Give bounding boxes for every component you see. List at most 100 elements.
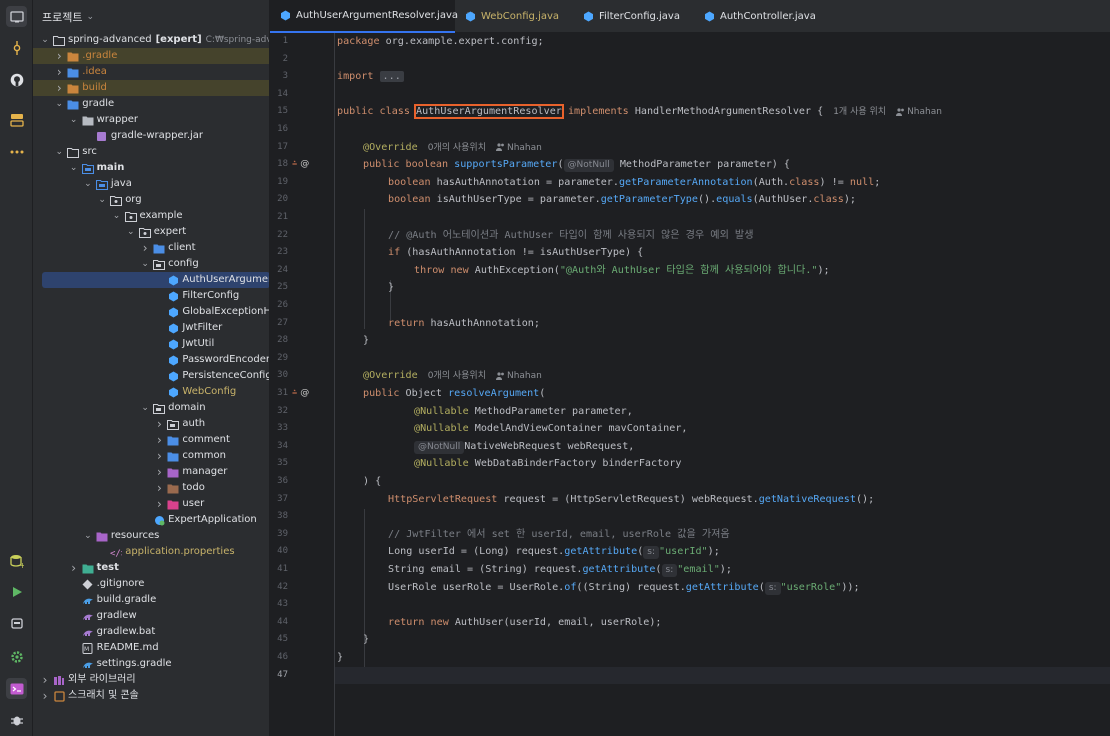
services-icon[interactable] xyxy=(6,612,27,633)
chevron-down-icon[interactable]: ⌄ xyxy=(40,32,50,48)
terminal-icon[interactable] xyxy=(6,678,27,699)
tree-item[interactable]: › user xyxy=(33,496,269,512)
tree-item[interactable]: WebConfig xyxy=(33,384,269,400)
tree-item[interactable]: JwtFilter xyxy=(33,320,269,336)
database-icon[interactable]: + xyxy=(6,550,27,571)
package-icon xyxy=(124,210,137,222)
java-class-icon xyxy=(167,306,179,318)
tree-item[interactable]: build.gradle xyxy=(33,592,269,608)
chevron-down-icon[interactable]: ⌄ xyxy=(126,224,136,240)
structure-icon[interactable] xyxy=(6,109,27,130)
chevron-down-icon[interactable]: ⌄ xyxy=(54,96,64,112)
chevron-right-icon[interactable]: › xyxy=(154,480,164,496)
override-gutter-icon[interactable]: ⩮ @ xyxy=(292,385,309,403)
tree-item[interactable]: FilterConfig xyxy=(33,288,269,304)
tree-item[interactable]: .gitignore xyxy=(33,576,269,592)
tree-item[interactable]: PasswordEncoder xyxy=(33,352,269,368)
tab-webconfig[interactable]: WebConfig.java xyxy=(465,0,565,33)
github-icon[interactable] xyxy=(6,69,27,90)
chevron-down-icon[interactable]: ⌄ xyxy=(86,12,94,22)
tree-item[interactable]: › build xyxy=(33,80,269,96)
tree-item[interactable]: JwtUtil xyxy=(33,336,269,352)
tree-item[interactable]: </>application.properties xyxy=(33,544,269,560)
tab-authuserargumentresolver[interactable]: AuthUserArgumentResolver.java × xyxy=(270,0,474,33)
override-gutter-icon[interactable]: ⩮ @ xyxy=(292,156,309,174)
usage-hint[interactable]: 0개의 사용위치 xyxy=(428,371,486,381)
tree-item[interactable]: › 스크래치 및 콘솔 xyxy=(33,688,269,704)
chevron-right-icon[interactable]: › xyxy=(40,688,50,704)
more-tools-icon[interactable] xyxy=(6,141,27,162)
chevron-down-icon[interactable]: ⌄ xyxy=(83,528,93,544)
chevron-down-icon[interactable]: ⌄ xyxy=(112,208,122,224)
tree-item[interactable]: ⌄ gradle xyxy=(33,96,269,112)
chevron-right-icon[interactable]: › xyxy=(54,48,64,64)
tree-item[interactable]: ⌄ example xyxy=(33,208,269,224)
chevron-down-icon[interactable]: ⌄ xyxy=(140,256,150,272)
class-name-highlight[interactable]: AuthUserArgumentResolver xyxy=(414,104,564,120)
chevron-right-icon[interactable]: › xyxy=(154,432,164,448)
tree-item[interactable]: › .gradle xyxy=(33,48,269,64)
tree-item[interactable]: ⌄ main xyxy=(33,160,269,176)
tree-item[interactable]: gradlew xyxy=(33,608,269,624)
chevron-right-icon[interactable]: › xyxy=(154,416,164,432)
problems-bug-icon[interactable] xyxy=(6,709,27,730)
tree-item[interactable]: gradlew.bat xyxy=(33,624,269,640)
tree-item[interactable]: › 외부 라이브러리 xyxy=(33,672,269,688)
tree-item[interactable]: ⌄ src xyxy=(33,144,269,160)
tree-item[interactable]: ⌄ java xyxy=(33,176,269,192)
commit-icon[interactable] xyxy=(6,37,27,58)
tree-item[interactable]: › todo xyxy=(33,480,269,496)
tree-item[interactable]: ⌄ org xyxy=(33,192,269,208)
usage-hint[interactable]: 1개 사용 위치 xyxy=(833,107,886,117)
tree-item[interactable]: PersistenceConfig xyxy=(33,368,269,384)
tree-item[interactable]: › comment xyxy=(33,432,269,448)
tree-item[interactable]: ⌄ config xyxy=(33,256,269,272)
tree-item[interactable]: gradle-wrapper.jar xyxy=(33,128,269,144)
chevron-right-icon[interactable]: › xyxy=(40,672,50,688)
tree-item[interactable]: M README.md xyxy=(33,640,269,656)
code-editor[interactable]: package org.example.expert.config; impor… xyxy=(335,33,1110,736)
chevron-down-icon[interactable]: ⌄ xyxy=(97,192,107,208)
chevron-down-icon[interactable]: ⌄ xyxy=(140,400,150,416)
tree-item[interactable]: GlobalExceptionHandler xyxy=(33,304,269,320)
usage-hint[interactable]: 0개의 사용위치 xyxy=(428,143,486,153)
tree-item[interactable]: › manager xyxy=(33,464,269,480)
chevron-right-icon[interactable]: › xyxy=(54,80,64,96)
tree-item[interactable]: ⌄ domain xyxy=(33,400,269,416)
tree-item[interactable]: › client xyxy=(33,240,269,256)
tree-item[interactable]: › .idea xyxy=(33,64,269,80)
tree-item[interactable]: ⌄ resources xyxy=(33,528,269,544)
tree-item[interactable]: › auth xyxy=(33,416,269,432)
line-number: 47 xyxy=(277,669,288,680)
tree-item[interactable]: ⌄ expert xyxy=(33,224,269,240)
chevron-down-icon[interactable]: ⌄ xyxy=(83,176,93,192)
tree-item[interactable]: › common xyxy=(33,448,269,464)
project-tool-icon[interactable] xyxy=(6,6,27,27)
tab-filterconfig[interactable]: FilterConfig.java xyxy=(583,0,693,33)
line-number: 39 xyxy=(277,528,288,539)
author-hint[interactable]: Nhahan xyxy=(495,143,542,153)
chevron-down-icon[interactable]: ⌄ xyxy=(54,144,64,160)
author-hint[interactable]: Nhahan xyxy=(896,107,942,117)
tree-item[interactable]: AuthUserArgumentResolver xyxy=(42,272,269,288)
chevron-right-icon[interactable]: › xyxy=(154,448,164,464)
chevron-right-icon[interactable]: › xyxy=(154,464,164,480)
chevron-down-icon[interactable]: ⌄ xyxy=(69,112,79,128)
chevron-right-icon[interactable]: › xyxy=(54,64,64,80)
chevron-right-icon[interactable]: › xyxy=(69,560,79,576)
settings-gear-icon[interactable] xyxy=(6,646,27,667)
chevron-right-icon[interactable]: › xyxy=(140,240,150,256)
tree-item[interactable]: ExpertApplication xyxy=(33,512,269,528)
tree-item[interactable]: ⌄ spring-advanced[expert]C:₩spring-advanc… xyxy=(33,32,269,48)
author-hint[interactable]: Nhahan xyxy=(495,371,542,381)
chevron-right-icon[interactable]: › xyxy=(154,496,164,512)
run-icon[interactable] xyxy=(6,581,27,602)
chevron-down-icon[interactable]: ⌄ xyxy=(69,160,79,176)
tree-item[interactable]: › test xyxy=(33,560,269,576)
project-panel-header[interactable]: 프로젝트 ⌄ xyxy=(33,0,269,33)
line-number: 3 xyxy=(282,71,288,82)
tree-item[interactable]: settings.gradle xyxy=(33,656,269,672)
folded-imports[interactable]: ... xyxy=(379,71,404,83)
tree-item[interactable]: ⌄ wrapper xyxy=(33,112,269,128)
tab-authcontroller[interactable]: AuthController.java xyxy=(704,0,834,33)
